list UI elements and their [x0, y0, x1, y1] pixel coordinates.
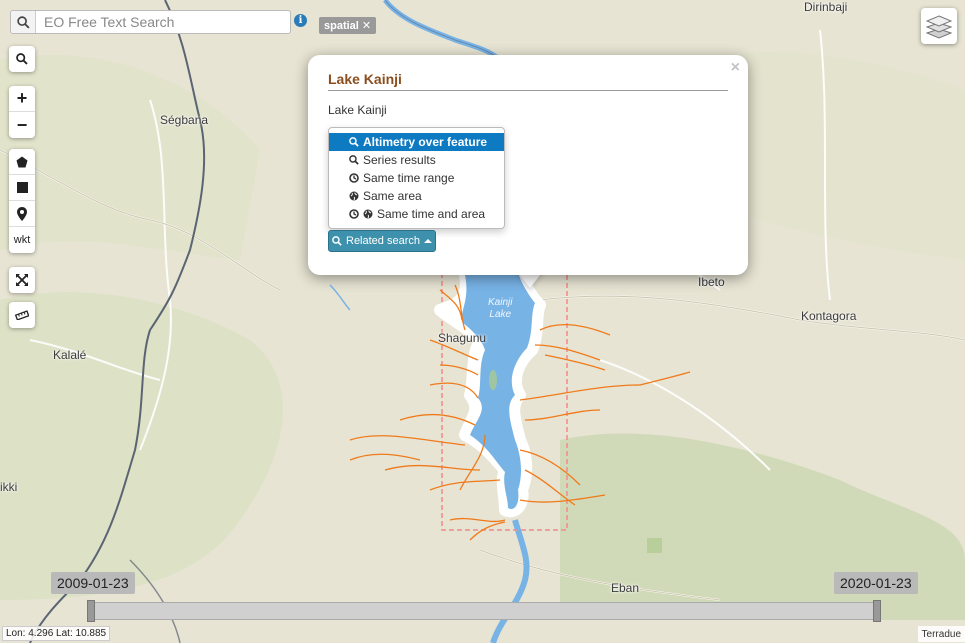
- place-label-segbana: Ségbana: [160, 113, 209, 127]
- menu-item-label: Same time and area: [377, 207, 486, 221]
- measure-button[interactable]: [9, 302, 35, 328]
- caret-up-icon: [424, 239, 432, 243]
- menu-item-same-area[interactable]: Same area: [329, 187, 504, 205]
- filter-tag-spatial[interactable]: spatial ✕: [319, 17, 377, 34]
- zoom-out-button[interactable]: −: [9, 112, 35, 138]
- lake-label: Kainji Lake: [488, 297, 513, 320]
- menu-item-series-results[interactable]: Series results: [329, 151, 504, 169]
- search-input[interactable]: [36, 12, 286, 32]
- place-label-kalale: Kalalé: [53, 348, 87, 362]
- related-search-menu: Altimetry over feature Series results Same…: [328, 127, 505, 229]
- draw-polygon-button[interactable]: [9, 149, 35, 175]
- map-search-button[interactable]: [9, 46, 35, 72]
- filter-tag-label: spatial: [324, 19, 359, 32]
- ruler-icon: [15, 310, 29, 320]
- menu-item-label: Altimetry over feature: [363, 135, 488, 149]
- menu-item-label: Same time range: [363, 171, 455, 185]
- popup-description: Lake Kainji: [328, 103, 387, 117]
- toolbar-search: [9, 46, 35, 72]
- menu-item-same-time-range[interactable]: Same time range: [329, 169, 504, 187]
- menu-item-same-time-and-area[interactable]: Same time and area: [329, 205, 504, 223]
- timeline-start-date[interactable]: 2009-01-23: [51, 572, 135, 594]
- timeline-end-date[interactable]: 2020-01-23: [834, 572, 918, 594]
- globe-icon: [363, 209, 373, 219]
- wkt-button[interactable]: wkt: [9, 227, 35, 253]
- layers-button[interactable]: [921, 8, 957, 44]
- globe-icon: [349, 191, 359, 201]
- mouse-coordinates: Lon: 4.296 Lat: 10.885: [2, 626, 111, 641]
- place-label-ibeto: Ibeto: [698, 275, 725, 289]
- attribution[interactable]: Terradue: [917, 626, 965, 642]
- search-icon: [349, 137, 359, 147]
- toolbar-zoom: + −: [9, 86, 35, 138]
- toolbar-fullscreen: [9, 267, 35, 293]
- search-box: [10, 10, 291, 34]
- search-icon: [16, 53, 28, 65]
- pentagon-icon: [16, 156, 28, 167]
- search-icon: [332, 236, 342, 246]
- clock-icon: [349, 173, 359, 183]
- close-icon[interactable]: ×: [731, 59, 740, 77]
- related-search-label: Related search: [346, 235, 420, 247]
- map-marker-icon: [17, 206, 27, 221]
- feature-popup: × Lake Kainji Lake Kainji Altimetry over…: [308, 55, 748, 275]
- clock-icon: [349, 209, 359, 219]
- fullscreen-button[interactable]: [9, 267, 35, 293]
- place-label-ikki: ikki: [0, 480, 18, 494]
- info-icon[interactable]: i: [294, 14, 307, 27]
- place-label-eban: Eban: [611, 581, 640, 595]
- popup-title: Lake Kainji: [328, 71, 728, 91]
- toolbar-measure: [9, 302, 35, 328]
- related-search-button[interactable]: Related search: [328, 230, 436, 252]
- draw-point-button[interactable]: [9, 201, 35, 227]
- search-icon[interactable]: [11, 11, 36, 33]
- place-label-dirinbaji: Dirinbaji: [804, 0, 848, 14]
- square-icon: [16, 182, 28, 193]
- menu-item-label: Same area: [363, 189, 422, 203]
- menu-item-label: Series results: [363, 153, 436, 167]
- draw-rectangle-button[interactable]: [9, 175, 35, 201]
- place-label-shagunu: Shagunu: [438, 331, 487, 345]
- toolbar-draw: wkt: [9, 149, 35, 253]
- place-label-kontagora: Kontagora: [801, 309, 857, 323]
- timeline-start-handle[interactable]: [87, 600, 95, 622]
- layers-icon: [926, 15, 952, 39]
- expand-icon: [16, 274, 28, 286]
- search-icon: [349, 155, 359, 165]
- menu-item-altimetry-over-feature[interactable]: Altimetry over feature: [329, 133, 504, 151]
- close-icon[interactable]: ✕: [362, 19, 371, 32]
- zoom-in-button[interactable]: +: [9, 86, 35, 112]
- timeline-end-handle[interactable]: [873, 600, 881, 622]
- timeline-range[interactable]: [95, 603, 873, 619]
